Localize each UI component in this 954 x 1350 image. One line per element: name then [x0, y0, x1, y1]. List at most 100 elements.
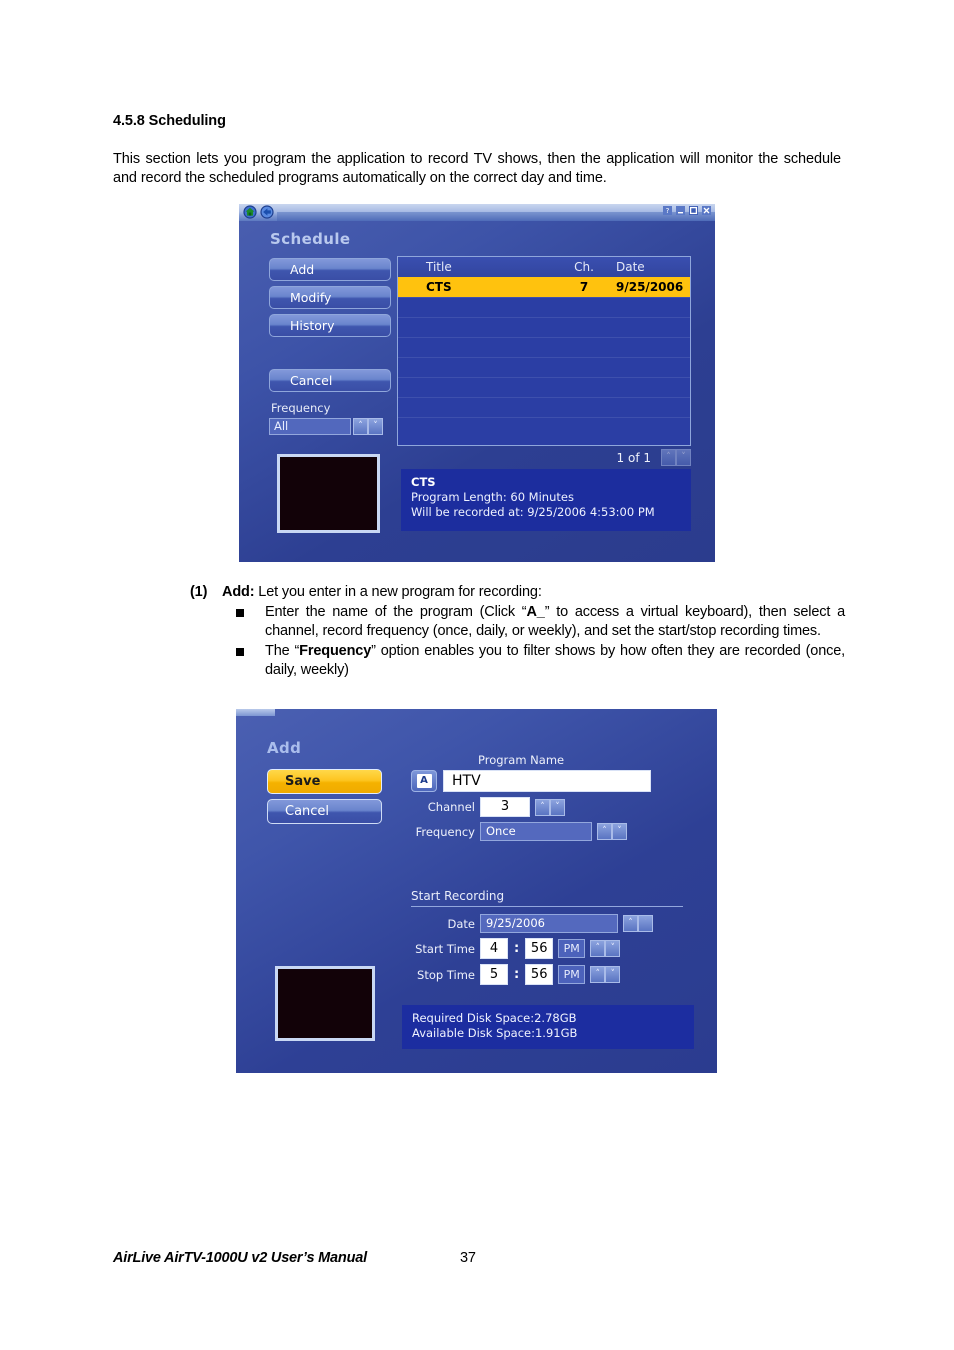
cancel-button[interactable]: Cancel [269, 369, 391, 392]
info-program-length: Program Length: 60 Minutes [411, 490, 574, 504]
channel-label: Channel [427, 800, 475, 814]
channel-up-icon[interactable]: ˄ [535, 798, 550, 816]
bullet-pre: The “ [265, 643, 300, 659]
modify-button[interactable]: Modify [269, 286, 391, 309]
frequency-label: Frequency [271, 401, 331, 415]
channel-down-icon[interactable]: ˅ [550, 798, 565, 816]
available-disk-space: Available Disk Space:1.91GB [412, 1026, 578, 1040]
row-title: CTS [426, 280, 452, 294]
minimize-icon[interactable] [676, 206, 685, 215]
intro-paragraph: This section lets you program the applic… [113, 151, 841, 186]
virtual-keyboard-icon[interactable]: A [411, 770, 437, 792]
list-item: The “Frequency” option enables you to fi… [236, 642, 845, 680]
date-down-icon[interactable]: ˅ [638, 915, 653, 932]
start-time-up-icon[interactable]: ˄ [590, 940, 606, 957]
info-program-title: CTS [411, 475, 436, 489]
frequency-select[interactable]: All [269, 418, 351, 435]
frequency-spinner: ˄ ˅ [353, 418, 383, 435]
frequency-down-icon[interactable]: ˅ [368, 418, 383, 435]
column-header-title: Title [426, 260, 452, 274]
svg-text:?: ? [666, 207, 670, 215]
history-button[interactable]: History [269, 314, 391, 337]
video-preview-thumbnail [277, 454, 380, 533]
video-preview-thumbnail [275, 966, 375, 1041]
square-bullet-icon [236, 648, 244, 656]
pager-up-icon[interactable]: ˄ [661, 449, 676, 466]
stop-time-down-icon[interactable]: ˅ [605, 966, 621, 983]
pager-label: 1 of 1 [616, 450, 651, 465]
schedule-title: Schedule [270, 230, 351, 248]
frequency-down-icon[interactable]: ˅ [612, 823, 627, 840]
start-minute-input[interactable]: 56 [525, 938, 554, 959]
schedule-pager: 1 of 1 ˄ ˅ [489, 449, 691, 466]
table-row-empty[interactable] [398, 377, 690, 397]
stop-minute-input[interactable]: 56 [525, 964, 554, 985]
frequency-up-icon[interactable]: ˄ [597, 823, 612, 840]
bullet-pre: Enter the name of the program (Click “ [265, 604, 527, 620]
start-meridiem-input[interactable]: PM [558, 939, 586, 958]
schedule-titlebar: ? [239, 204, 715, 221]
program-name-input[interactable]: HTV [443, 770, 651, 792]
footer-manual-title: AirLive AirTV-1000U v2 User’s Manual [113, 1250, 367, 1266]
back-arrow-icon[interactable] [260, 205, 274, 219]
list-item-lead: Add: [222, 584, 255, 600]
home-icon[interactable] [243, 205, 257, 219]
table-row-empty[interactable] [398, 317, 690, 337]
row-date: 9/25/2006 [616, 280, 684, 294]
frequency-select[interactable]: Once [480, 822, 592, 841]
cancel-button[interactable]: Cancel [267, 799, 382, 824]
table-row-empty[interactable] [398, 397, 690, 417]
time-separator: : [514, 967, 520, 982]
start-recording-section: Start Recording Date 9/25/2006 ˄ ˅ Start… [411, 889, 691, 985]
column-header-channel: Ch. [574, 260, 594, 274]
program-name-label: Program Name [478, 753, 565, 767]
instruction-list: (1) Add: Let you enter in a new program … [190, 583, 845, 680]
add-window-screenshot: Add Save Cancel Program Name A HTV Chann… [236, 709, 717, 1073]
titlebar-window-controls: ? [663, 206, 711, 215]
footer-page-number: 37 [460, 1250, 476, 1266]
stop-time-spinner: ˄ ˅ [590, 966, 621, 983]
maximize-icon[interactable] [689, 206, 698, 215]
table-row-empty[interactable] [398, 337, 690, 357]
close-icon[interactable] [702, 206, 711, 215]
date-up-icon[interactable]: ˄ [623, 915, 638, 932]
section-title: Start Recording [411, 889, 683, 907]
titlebar-nav-icons [243, 205, 274, 219]
schedule-window-screenshot: ? Schedule Add Modify History Cancel Fre… [239, 204, 715, 562]
frequency-up-icon[interactable]: ˄ [353, 418, 368, 435]
date-label: Date [447, 916, 476, 931]
table-row-empty[interactable] [398, 357, 690, 377]
disk-space-panel: Required Disk Space:2.78GB Available Dis… [402, 1005, 694, 1049]
list-item-text: Let you enter in a new program for recor… [254, 584, 542, 600]
table-row-empty[interactable] [398, 417, 690, 437]
start-hour-input[interactable]: 4 [480, 938, 508, 959]
stop-meridiem-input[interactable]: PM [558, 965, 586, 984]
info-record-time: Will be recorded at: 9/25/2006 4:53:00 P… [411, 505, 655, 519]
stop-hour-input[interactable]: 5 [480, 964, 508, 985]
pager-down-icon[interactable]: ˅ [676, 449, 691, 466]
stop-time-up-icon[interactable]: ˄ [590, 966, 606, 983]
help-icon[interactable]: ? [663, 206, 672, 215]
date-input[interactable]: 9/25/2006 [480, 914, 618, 933]
table-row-empty[interactable] [398, 297, 690, 317]
start-time-spinner: ˄ ˅ [590, 940, 621, 957]
channel-input[interactable]: 3 [480, 797, 530, 817]
frequency-spinner: ˄ ˅ [597, 823, 627, 840]
table-row[interactable]: CTS 7 9/25/2006 [398, 277, 690, 297]
required-disk-space: Required Disk Space:2.78GB [412, 1011, 577, 1025]
start-time-down-icon[interactable]: ˅ [605, 940, 621, 957]
document-page: 4.5.8 Scheduling This section lets you p… [0, 0, 954, 1350]
add-title: Add [267, 739, 302, 757]
stop-time-label: Stop Time [417, 967, 475, 982]
save-button[interactable]: Save [267, 769, 382, 794]
letter-a-glyph: A [416, 774, 432, 788]
list-item: Enter the name of the program (Click “A_… [236, 603, 845, 641]
titlebar-tail [277, 212, 715, 221]
schedule-list[interactable]: Title Ch. Date CTS 7 9/25/2006 [397, 256, 691, 446]
schedule-list-header: Title Ch. Date [398, 257, 690, 277]
titlebar-stub [236, 709, 275, 716]
row-channel: 7 [579, 280, 589, 294]
time-separator: : [514, 941, 520, 956]
add-button[interactable]: Add [269, 258, 391, 281]
schedule-action-buttons: Add Modify History Cancel [269, 258, 391, 397]
